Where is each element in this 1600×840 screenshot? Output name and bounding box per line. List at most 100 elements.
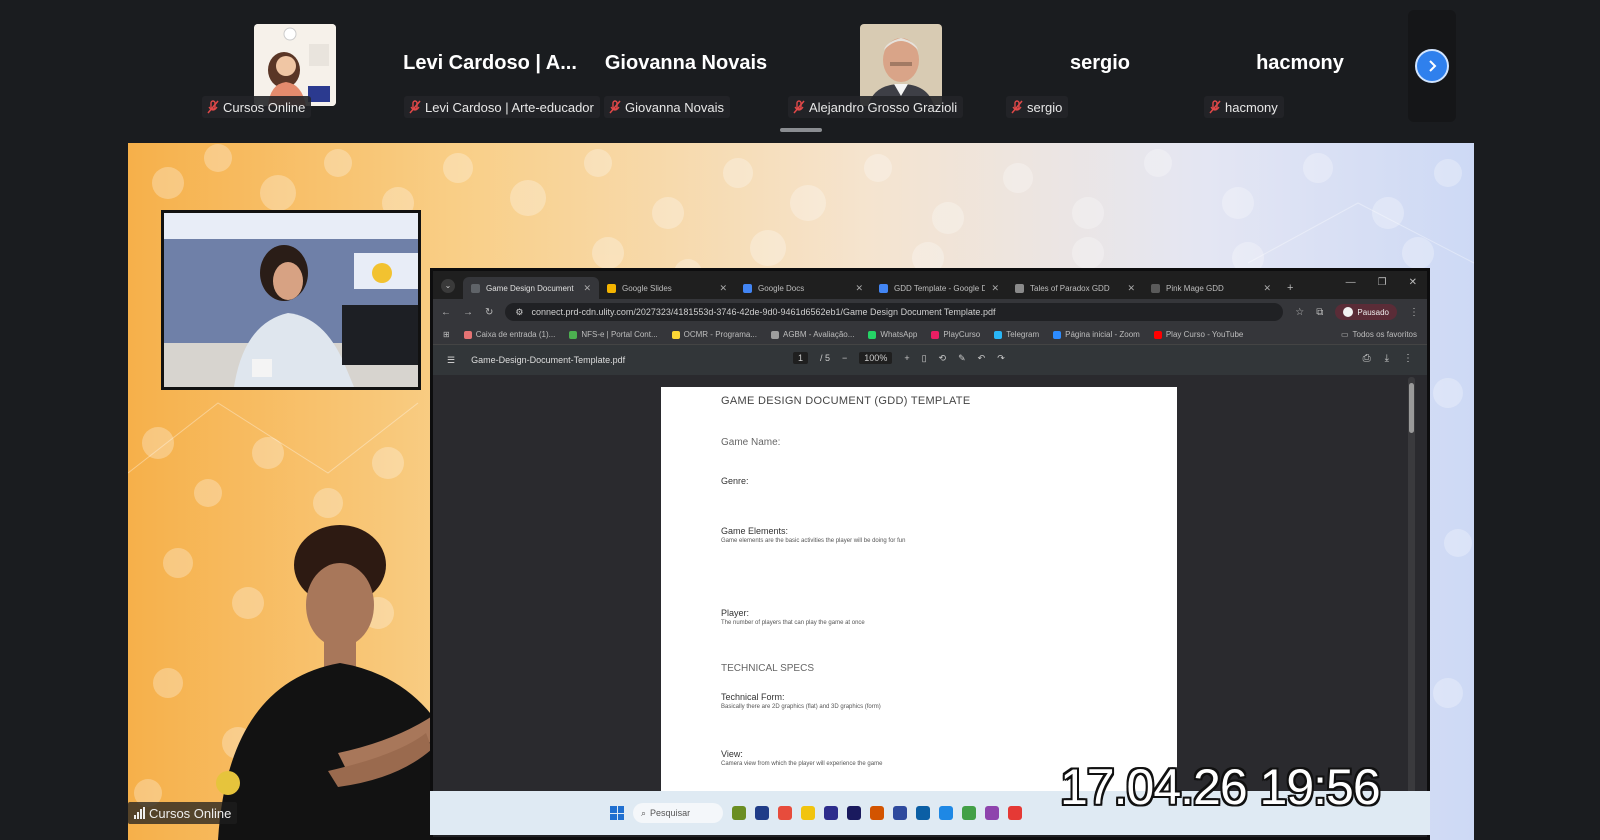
all-bookmarks-item[interactable]: ▭ Todos os favoritos bbox=[1341, 330, 1417, 339]
participant-name: Alejandro Grosso Grazioli bbox=[809, 99, 958, 115]
doc-tech-form-label: Technical Form: bbox=[721, 692, 785, 702]
taskbar-app-icon[interactable] bbox=[824, 806, 838, 820]
pdf-viewport[interactable]: GAME DESIGN DOCUMENT (GDD) TEMPLATE Game… bbox=[433, 375, 1427, 795]
participant-display-name: Levi Cardoso | A... bbox=[403, 52, 577, 74]
taskbar-app-icon[interactable] bbox=[939, 806, 953, 820]
participant-tile-alejandro[interactable]: Alejandro Grosso Grazioli bbox=[788, 22, 1000, 122]
minimize-icon[interactable]: — bbox=[1346, 277, 1356, 288]
speaker-video bbox=[161, 210, 421, 390]
close-icon[interactable]: ✕ bbox=[719, 283, 727, 294]
participant-tile-hacmony[interactable]: hacmony hacmony bbox=[1202, 22, 1398, 122]
draw-icon[interactable]: ✎ bbox=[958, 353, 966, 364]
pdf-page-controls: 1 / 5 − 100% + ▯ ⟲ ✎ ↶ ↷ bbox=[793, 352, 1005, 364]
bookmarks-bar: ⊞ Caixa de entrada (1)... NFS-e | Portal… bbox=[433, 325, 1427, 345]
extensions-icon[interactable]: ⧉ bbox=[1316, 307, 1323, 318]
close-icon[interactable]: ✕ bbox=[991, 283, 999, 294]
url-text: connect.prd-cdn.ulity.com/2027323/418155… bbox=[531, 307, 996, 317]
taskbar-app-icon[interactable] bbox=[893, 806, 907, 820]
chevron-right-icon bbox=[1415, 49, 1449, 83]
shared-screen: ⌄ Game Design Document ✕ Google Slides ✕… bbox=[128, 143, 1474, 840]
page-number-input[interactable]: 1 bbox=[793, 352, 809, 364]
taskbar-app-icon[interactable] bbox=[1008, 806, 1022, 820]
tab-favicon-icon bbox=[471, 283, 480, 293]
close-icon[interactable]: ✕ bbox=[1127, 283, 1135, 294]
bookmark-item[interactable]: Telegram bbox=[994, 330, 1039, 339]
bookmark-item[interactable]: PlayCurso bbox=[931, 330, 980, 339]
taskbar-app-icon[interactable] bbox=[870, 806, 884, 820]
participant-tile-giovanna[interactable]: Giovanna Novais Giovanna Novais bbox=[588, 22, 784, 122]
participant-tile-levi[interactable]: Levi Cardoso | A... Levi Cardoso | Arte-… bbox=[392, 22, 600, 122]
profile-button[interactable]: Pausado bbox=[1335, 304, 1397, 320]
mic-off-icon bbox=[206, 99, 220, 115]
scrollbar-thumb[interactable] bbox=[1409, 383, 1414, 433]
tab-favicon-icon bbox=[1151, 283, 1160, 293]
apps-icon[interactable]: ⊞ bbox=[443, 330, 450, 339]
bookmark-favicon-icon bbox=[1053, 330, 1062, 339]
site-info-icon[interactable]: ⚙ bbox=[515, 307, 523, 318]
browser-tab[interactable]: GDD Template - Google Do... ✕ bbox=[871, 277, 1007, 299]
more-icon[interactable]: ⋮ bbox=[1403, 353, 1413, 364]
search-icon: ⌕ bbox=[641, 807, 647, 818]
bookmark-item[interactable]: Play Curso - YouTube bbox=[1153, 330, 1243, 339]
taskbar-app-icon[interactable] bbox=[962, 806, 976, 820]
rotate-icon[interactable]: ⟲ bbox=[939, 353, 947, 364]
browser-tab[interactable]: Pink Mage GDD ✕ bbox=[1143, 277, 1279, 299]
new-tab-button[interactable]: + bbox=[1287, 282, 1293, 294]
browser-tab[interactable]: Google Slides ✕ bbox=[599, 277, 735, 299]
bookmark-item[interactable]: NFS-e | Portal Cont... bbox=[569, 330, 658, 339]
strip-next-button[interactable] bbox=[1408, 10, 1456, 122]
reload-icon[interactable]: ↻ bbox=[485, 307, 493, 318]
browser-tab[interactable]: Game Design Document ✕ bbox=[463, 277, 599, 299]
doc-title: GAME DESIGN DOCUMENT (GDD) TEMPLATE bbox=[721, 395, 971, 407]
bookmark-item[interactable]: Página inicial - Zoom bbox=[1053, 330, 1140, 339]
print-icon[interactable]: ⎙ bbox=[1363, 353, 1371, 364]
redo-icon[interactable]: ↷ bbox=[997, 353, 1005, 364]
forward-icon[interactable]: → bbox=[463, 307, 473, 318]
fit-page-icon[interactable]: ▯ bbox=[922, 353, 927, 364]
browser-tab-bar: ⌄ Game Design Document ✕ Google Slides ✕… bbox=[433, 271, 1427, 299]
hamburger-menu-icon[interactable]: ☰ bbox=[447, 355, 455, 366]
bookmark-item[interactable]: Caixa de entrada (1)... bbox=[463, 330, 555, 339]
doc-player-desc: The number of players that can play the … bbox=[721, 620, 865, 626]
taskbar-app-icon[interactable] bbox=[778, 806, 792, 820]
close-icon[interactable]: ✕ bbox=[583, 283, 591, 294]
zoom-input[interactable]: 100% bbox=[859, 352, 893, 364]
bookmark-favicon-icon bbox=[931, 330, 940, 339]
close-icon[interactable]: ✕ bbox=[855, 283, 863, 294]
pdf-scrollbar[interactable] bbox=[1408, 377, 1415, 807]
zoom-in-icon[interactable]: + bbox=[904, 353, 909, 363]
windows-start-icon[interactable] bbox=[610, 806, 624, 820]
doc-tech-form-desc: Basically there are 2D graphics (flat) a… bbox=[721, 704, 881, 710]
bookmark-item[interactable]: WhatsApp bbox=[868, 330, 917, 339]
browser-menu-icon[interactable]: ⋮ bbox=[1409, 307, 1419, 318]
pdf-page: GAME DESIGN DOCUMENT (GDD) TEMPLATE Game… bbox=[661, 387, 1177, 795]
bookmark-favicon-icon bbox=[1153, 330, 1162, 339]
doc-game-name-label: Game Name: bbox=[721, 437, 781, 448]
taskbar-app-icon[interactable] bbox=[801, 806, 815, 820]
bookmark-favicon-icon bbox=[770, 330, 779, 339]
participant-tile-sergio[interactable]: sergio sergio bbox=[1002, 22, 1198, 122]
mic-off-icon bbox=[1010, 99, 1024, 115]
back-icon[interactable]: ← bbox=[441, 307, 451, 318]
participant-tile-cursos[interactable]: Cursos Online bbox=[196, 22, 392, 122]
tab-search-button[interactable]: ⌄ bbox=[441, 279, 455, 293]
zoom-out-icon[interactable]: − bbox=[842, 353, 847, 363]
bookmark-item[interactable]: AGBM - Avaliação... bbox=[770, 330, 854, 339]
taskbar-search[interactable]: ⌕ Pesquisar bbox=[633, 803, 723, 823]
maximize-icon[interactable]: ❐ bbox=[1378, 277, 1387, 288]
browser-tab[interactable]: Google Docs ✕ bbox=[735, 277, 871, 299]
download-icon[interactable]: ⤓ bbox=[1385, 353, 1389, 364]
taskbar-app-icon[interactable] bbox=[755, 806, 769, 820]
taskbar-app-icon[interactable] bbox=[847, 806, 861, 820]
close-window-icon[interactable]: ✕ bbox=[1409, 277, 1417, 288]
browser-tab[interactable]: Tales of Paradox GDD ✕ bbox=[1007, 277, 1143, 299]
url-field[interactable]: ⚙ connect.prd-cdn.ulity.com/2027323/4181… bbox=[505, 303, 1284, 321]
taskbar-app-icon[interactable] bbox=[985, 806, 999, 820]
bookmark-favicon-icon bbox=[463, 330, 472, 339]
taskbar-app-icon[interactable] bbox=[732, 806, 746, 820]
bookmark-item[interactable]: OCMR - Programa... bbox=[671, 330, 757, 339]
taskbar-app-icon[interactable] bbox=[916, 806, 930, 820]
close-icon[interactable]: ✕ bbox=[1263, 283, 1271, 294]
undo-icon[interactable]: ↶ bbox=[978, 353, 986, 364]
bookmark-star-icon[interactable]: ☆ bbox=[1295, 307, 1304, 318]
